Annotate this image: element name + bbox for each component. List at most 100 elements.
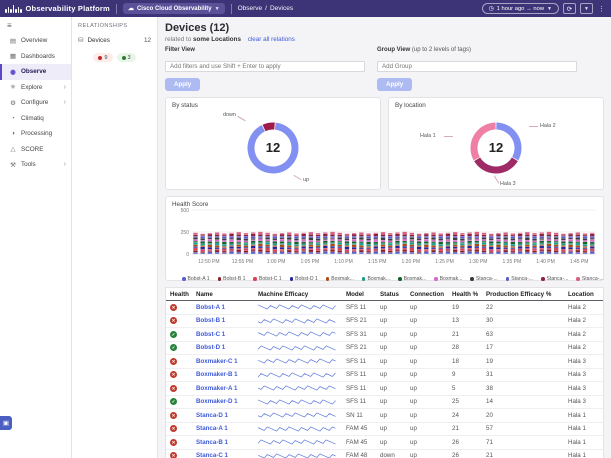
bar-segment — [561, 249, 565, 251]
bar-segment — [366, 233, 370, 234]
sidebar-item-climatiq[interactable]: ◔Climatiq — [0, 111, 71, 127]
device-link[interactable]: Boxmaker-B 1 — [196, 371, 238, 378]
legend-item[interactable]: Stanca-... — [576, 276, 603, 282]
group-apply-button[interactable]: Apply — [377, 78, 412, 91]
table-row[interactable]: ✓Boxmaker-D 1SFS 11upup2514Hala 3 — [166, 396, 603, 410]
sidebar-item-dashboards[interactable]: ▦Dashboards — [0, 49, 71, 65]
bar-segment — [395, 251, 399, 253]
bar-segment — [518, 252, 522, 254]
table-row[interactable]: ✓Bobst-D 1SFS 21upup2817Hala 2 — [166, 342, 603, 356]
table-row[interactable]: ✕Stanca-B 1FAM 45upup2671Hala 1 — [166, 436, 603, 450]
device-link[interactable]: Stanca-C 1 — [196, 452, 228, 458]
sidebar-item-explore[interactable]: ✳Explore› — [0, 80, 71, 96]
clear-relations-link[interactable]: clear all relations — [248, 36, 295, 43]
column-header[interactable]: Location — [564, 291, 603, 298]
health-count-badge[interactable]: 9 — [93, 53, 112, 62]
bar-segment — [576, 250, 580, 252]
breadcrumb-section[interactable]: Observe — [238, 5, 263, 12]
bar-segment — [359, 252, 363, 253]
bar-segment — [583, 241, 587, 242]
sidebar-item-score[interactable]: △SCORE — [0, 142, 71, 158]
filter-input[interactable] — [165, 61, 365, 72]
bar-segment — [237, 250, 241, 252]
top-header: Observability Platform ☁ Cisco Cloud Obs… — [0, 0, 611, 17]
bar-segment — [273, 235, 277, 236]
device-link[interactable]: Bobst-B 1 — [196, 317, 225, 324]
column-header[interactable]: Status — [376, 291, 406, 298]
sidebar-collapse-button[interactable]: ≡ — [0, 17, 71, 33]
time-range-label: 1 hour ago → now — [497, 6, 544, 12]
column-header[interactable]: Machine Efficacy — [254, 291, 342, 298]
legend-item[interactable]: Bobst-D 1 — [290, 276, 318, 282]
bar-segment — [316, 241, 320, 242]
bar-segment — [302, 234, 306, 236]
column-header[interactable]: Production Efficacy % — [482, 291, 564, 298]
group-input[interactable] — [377, 61, 577, 72]
table-row[interactable]: ✕Bobst-B 1SFS 21upup1330Hala 2 — [166, 315, 603, 329]
column-header[interactable]: Connection — [406, 291, 448, 298]
bar-segment — [568, 238, 572, 239]
legend-item[interactable]: Stanca-... — [506, 276, 533, 282]
table-row[interactable]: ✕Bobst-A 1SFS 11upup1922Hala 2 — [166, 301, 603, 315]
sidebar-item-tools[interactable]: ⚒Tools› — [0, 157, 71, 173]
time-range-picker[interactable]: ◷ 1 hour ago → now ▼ — [482, 3, 559, 14]
by-status-card: By status down 12 up — [165, 97, 381, 190]
device-link[interactable]: Bobst-C 1 — [196, 331, 225, 338]
refresh-options-button[interactable]: ▼ — [580, 3, 593, 14]
table-row[interactable]: ✕Stanca-D 1SN 11upup2420Hala 1 — [166, 409, 603, 423]
health-ok-icon: ✓ — [170, 398, 177, 405]
machine-efficacy-sparkline — [258, 316, 338, 326]
bar-segment — [554, 247, 558, 248]
table-row[interactable]: ✕Stanca-A 1FAM 45upup2157Hala 1 — [166, 423, 603, 437]
device-link[interactable]: Stanca-D 1 — [196, 412, 228, 419]
legend-item[interactable]: Bobst-C 1 — [253, 276, 281, 282]
bar-segment — [215, 240, 219, 242]
prod-efficacy-cell: 22 — [482, 304, 564, 311]
column-header[interactable]: Model — [342, 291, 376, 298]
chevron-down-icon: ▼ — [547, 6, 552, 12]
sidebar-item-configure[interactable]: ⚙Configure› — [0, 95, 71, 111]
legend-item[interactable]: Bobst-A 1 — [182, 276, 210, 282]
table-row[interactable]: ✕Boxmaker-B 1SFS 11upup931Hala 3 — [166, 369, 603, 383]
legend-item[interactable]: Stanca-... — [470, 276, 497, 282]
table-row[interactable]: ✕Stanca-C 1FAM 48downup2621Hala 1 — [166, 450, 603, 458]
app-switcher-button[interactable]: ☁ Cisco Cloud Observability ▼ — [123, 3, 225, 14]
legend-item[interactable]: Boxmak... — [326, 276, 354, 282]
device-link[interactable]: Boxmaker-A 1 — [196, 385, 237, 392]
kebab-menu-icon[interactable]: ⋮ — [597, 5, 606, 13]
relationships-devices-row[interactable]: ⛁ Devices 12 — [78, 36, 151, 44]
feedback-widget-button[interactable]: ▣ — [0, 416, 12, 430]
table-row[interactable]: ✕Boxmaker-A 1SFS 11upup538Hala 3 — [166, 382, 603, 396]
device-link[interactable]: Bobst-A 1 — [196, 304, 225, 311]
column-header[interactable]: Health % — [448, 291, 482, 298]
filter-apply-button[interactable]: Apply — [165, 78, 200, 91]
prod-efficacy-cell: 19 — [482, 358, 564, 365]
status-cell: up — [376, 304, 406, 311]
legend-item[interactable]: Boxmak... — [398, 276, 426, 282]
legend-item[interactable]: Stanca-... — [541, 276, 568, 282]
breadcrumb-page[interactable]: Devices — [270, 5, 293, 12]
device-link[interactable]: Stanca-B 1 — [196, 439, 228, 446]
sidebar-item-observe[interactable]: ◉Observe — [0, 64, 71, 80]
sidebar-item-overview[interactable]: ▤Overview — [0, 33, 71, 49]
column-header[interactable]: Name — [192, 291, 254, 298]
legend-dot — [218, 277, 222, 281]
bar-segment — [244, 239, 248, 241]
legend-item[interactable]: Boxmak... — [362, 276, 390, 282]
refresh-button[interactable]: ⟳ — [563, 3, 576, 14]
device-link[interactable]: Boxmaker-D 1 — [196, 398, 238, 405]
legend-item[interactable]: Boxmak... — [434, 276, 462, 282]
health-count-badge[interactable]: 3 — [117, 53, 136, 62]
sidebar-item-processing[interactable]: ◑Processing — [0, 126, 71, 142]
table-row[interactable]: ✓Bobst-C 1SFS 31upup2163Hala 2 — [166, 328, 603, 342]
device-link[interactable]: Bobst-D 1 — [196, 344, 225, 351]
device-link[interactable]: Stanca-A 1 — [196, 425, 228, 432]
health-score-card: Health Score 025050012:50 PM12:55 PM1:00… — [165, 196, 604, 281]
column-header[interactable]: Health — [166, 291, 192, 298]
legend-item[interactable]: Bobst-B 1 — [218, 276, 246, 282]
health-score-plot[interactable]: 025050012:50 PM12:55 PM1:00 PM1:05 PM1:1… — [172, 208, 602, 270]
bar-segment — [294, 248, 298, 249]
bar-segment — [309, 250, 313, 252]
device-link[interactable]: Boxmaker-C 1 — [196, 358, 238, 365]
table-row[interactable]: ✕Boxmaker-C 1SFS 11upup1819Hala 3 — [166, 355, 603, 369]
